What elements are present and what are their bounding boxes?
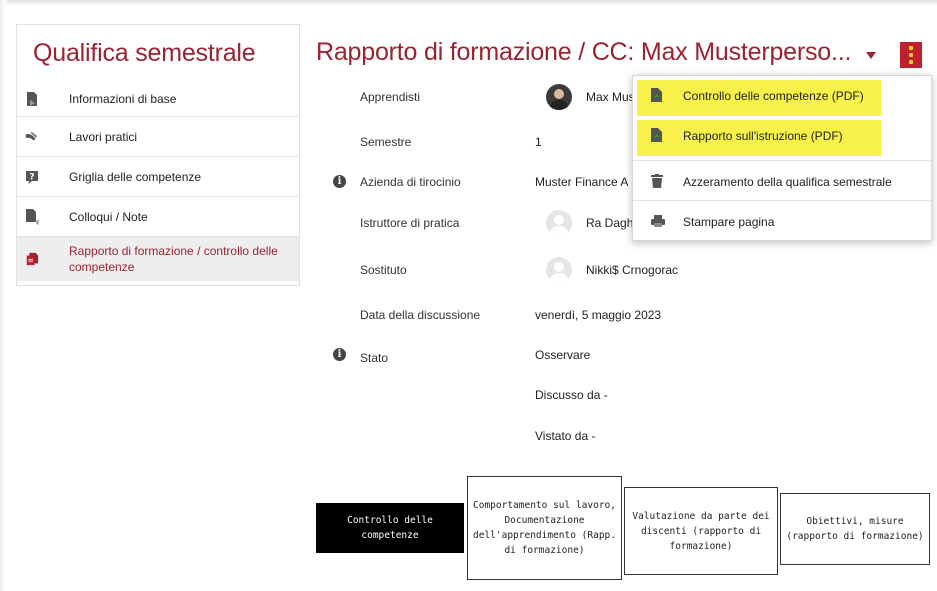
caret-down-icon[interactable]	[866, 52, 876, 59]
menu-item-label: Azzeramento della qualifica semestrale	[683, 175, 892, 189]
actions-dropdown: Controllo delle competenze (PDF) Rapport…	[632, 75, 932, 241]
apprendisti-label: Apprendisti	[360, 90, 421, 104]
info-icon[interactable]: i	[333, 175, 346, 188]
kebab-menu-button[interactable]	[900, 42, 922, 68]
discusso-value: Discusso da -	[535, 388, 608, 402]
istruttore-label: Istruttore di pratica	[360, 216, 460, 230]
avatar	[546, 84, 572, 110]
sostituto-label: Sostituto	[360, 263, 407, 277]
detail-row-discusso: Discusso da -	[0, 386, 937, 406]
kebab-dot	[909, 46, 913, 50]
sostituto-name[interactable]: Nikki$ Crnogorac	[586, 263, 678, 277]
azienda-value: Muster Finance A	[535, 175, 629, 189]
semestre-label: Semestre	[360, 135, 412, 149]
menu-divider	[633, 160, 931, 161]
stato-value: Osservare	[535, 348, 591, 362]
info-icon[interactable]: i	[333, 348, 346, 361]
pdf-file-icon	[651, 128, 663, 142]
printer-icon	[651, 214, 665, 228]
page-title: Rapporto di formazione / CC: Max Musterp…	[316, 38, 852, 66]
annotation-valutazione: Valutazione da parte dei discenti (rappo…	[624, 487, 778, 575]
kebab-dot	[909, 60, 913, 64]
detail-row-data: Data della discussione venerdì, 5 maggio…	[0, 306, 937, 326]
detail-row-stato: i Stato Osservare	[0, 346, 937, 366]
vistato-value: Vistato da -	[535, 429, 596, 443]
menu-item-label: Rapporto sull'istruzione (PDF)	[683, 129, 843, 143]
azienda-label: Azienda di tirocinio	[360, 175, 461, 189]
menu-item-stampare[interactable]: Stampare pagina	[633, 202, 931, 242]
apprendisti-name[interactable]: Max Mus	[586, 90, 635, 104]
sidebar: Qualifica semestrale Informazioni di bas…	[16, 24, 300, 286]
avatar	[546, 210, 572, 236]
sidebar-title: Qualifica semestrale	[33, 39, 256, 67]
top-shadow	[0, 0, 937, 6]
kebab-dot	[909, 53, 913, 57]
annotation-obiettivi: Obiettivi, misure (rapporto di formazion…	[780, 493, 930, 565]
detail-row-vistato: Vistato da -	[0, 427, 937, 447]
menu-item-rapporto-pdf[interactable]: Rapporto sull'istruzione (PDF)	[633, 116, 931, 156]
menu-item-controllo-pdf[interactable]: Controllo delle competenze (PDF)	[633, 76, 931, 116]
avatar	[546, 257, 572, 283]
annotation-controllo: Controllo delle competenze	[316, 503, 464, 553]
data-label: Data della discussione	[360, 308, 481, 322]
semestre-value: 1	[535, 135, 542, 149]
trash-icon	[651, 174, 663, 188]
menu-item-label: Stampare pagina	[683, 215, 775, 229]
stato-label: Stato	[360, 351, 389, 365]
menu-divider	[633, 200, 931, 201]
detail-row-sostituto: Sostituto Nikki$ Crnogorac	[0, 257, 937, 283]
annotation-comportamento: Comportamento sul lavoro, Documentazione…	[467, 476, 622, 580]
menu-item-azzeramento[interactable]: Azzeramento della qualifica semestrale	[633, 162, 931, 202]
data-value: venerdì, 5 maggio 2023	[535, 308, 662, 322]
pdf-file-icon	[651, 88, 663, 102]
menu-item-label: Controllo delle competenze (PDF)	[683, 89, 864, 103]
